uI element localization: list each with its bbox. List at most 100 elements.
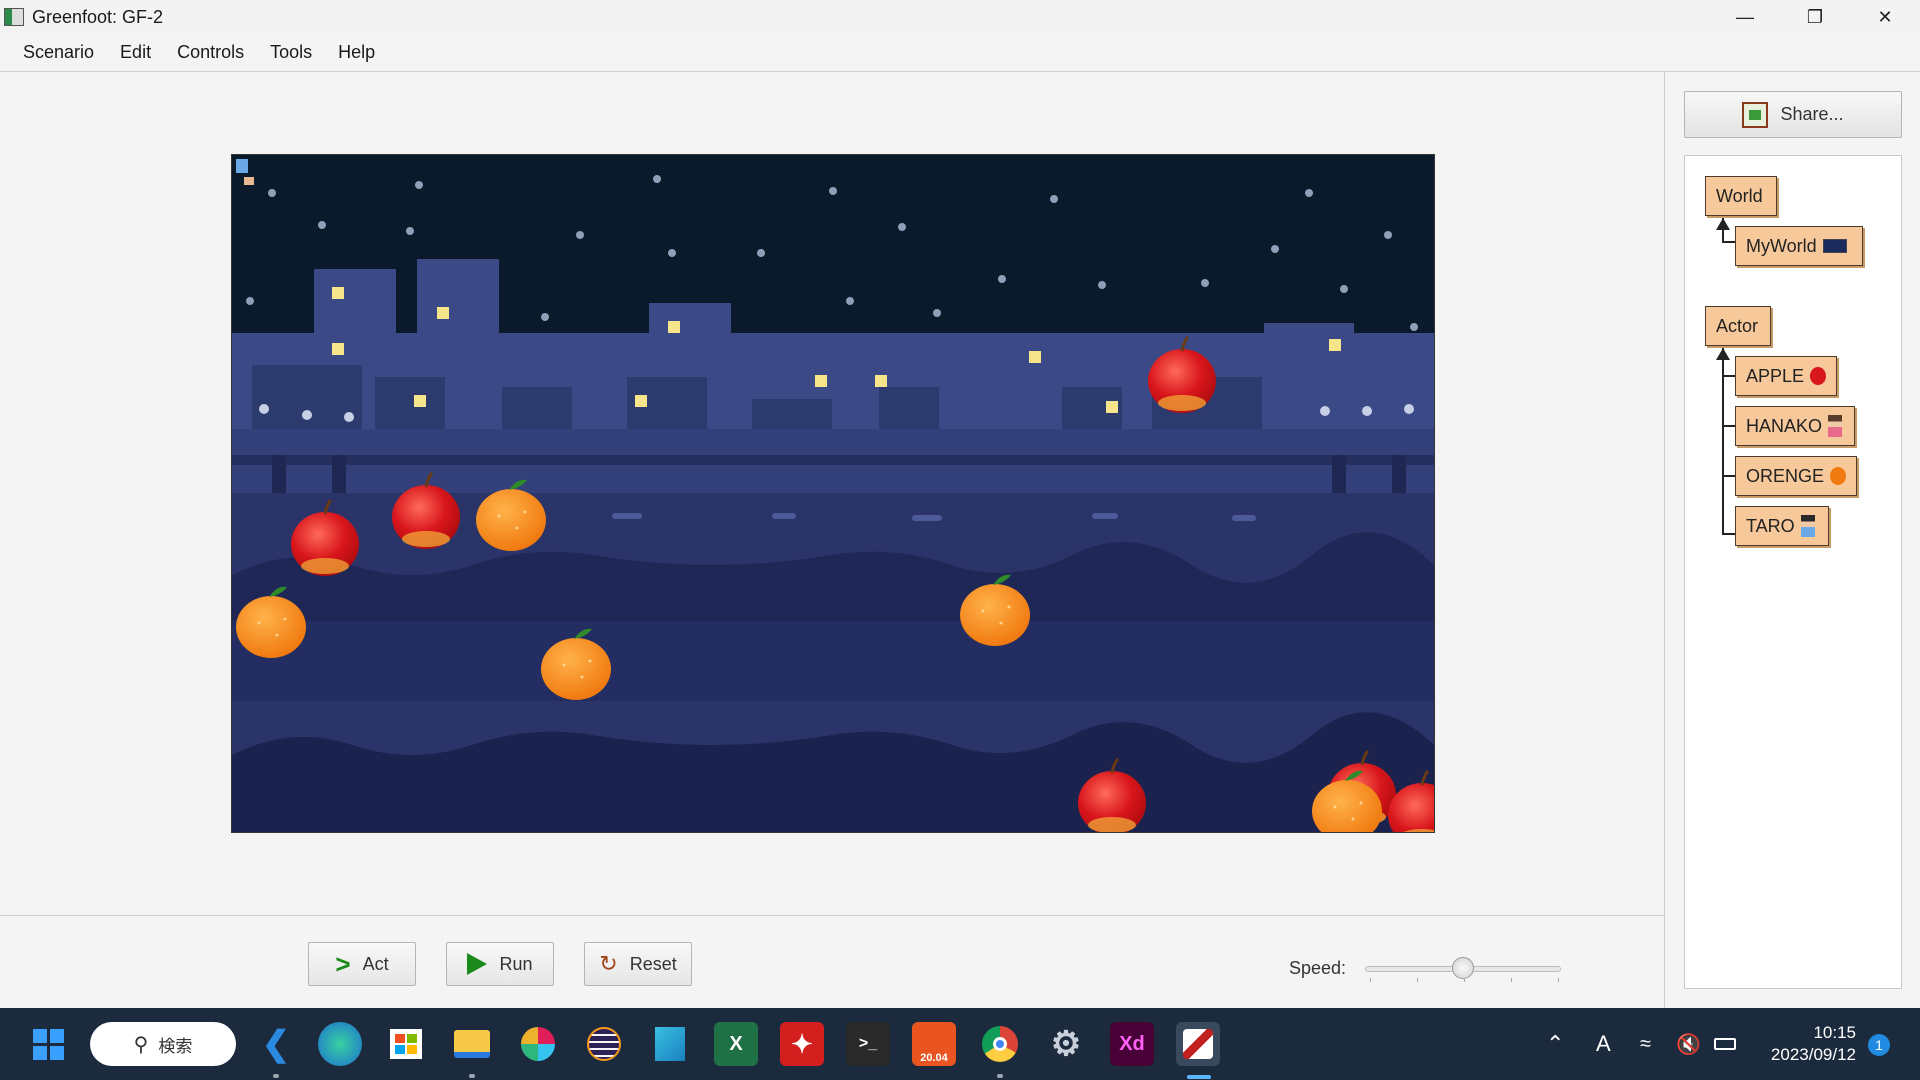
- menu-help[interactable]: Help: [325, 42, 388, 63]
- class-orenge[interactable]: ORENGE: [1735, 456, 1857, 496]
- excel-label: X: [729, 1032, 743, 1055]
- inheritance-arrow-icon: [1716, 218, 1730, 230]
- chrome-icon[interactable]: [978, 1022, 1022, 1066]
- menu-controls[interactable]: Controls: [164, 42, 257, 63]
- class-diagram: World MyWorld Actor APPLE HANAKO ORENGE …: [1684, 155, 1902, 989]
- active-app-indicator: [1187, 1075, 1211, 1079]
- edge-icon[interactable]: [318, 1022, 362, 1066]
- run-icon: [467, 953, 488, 975]
- class-world[interactable]: World: [1705, 176, 1777, 216]
- ime-icon[interactable]: A: [1596, 1008, 1611, 1080]
- battery-icon[interactable]: [1714, 1008, 1736, 1080]
- app-icon[interactable]: [648, 1022, 692, 1066]
- reset-button[interactable]: ↻ Reset: [584, 942, 692, 986]
- world-area: [0, 72, 1664, 916]
- act-icon: >: [335, 948, 351, 979]
- menu-bar: Scenario Edit Controls Tools Help: [0, 34, 1920, 72]
- class-hanako-label: HANAKO: [1746, 415, 1823, 436]
- class-world-label: World: [1716, 185, 1763, 206]
- inheritance-line: [1722, 425, 1736, 427]
- easel-icon: [1742, 101, 1769, 128]
- terminal-icon[interactable]: >_: [846, 1022, 890, 1066]
- class-orenge-label: ORENGE: [1746, 465, 1825, 486]
- run-button[interactable]: Run: [446, 942, 554, 986]
- clock-time: 10:15: [1813, 1023, 1856, 1042]
- menu-tools[interactable]: Tools: [257, 42, 325, 63]
- xd-icon[interactable]: Xd: [1110, 1022, 1154, 1066]
- inheritance-line: [1722, 375, 1736, 377]
- execution-controls: > Act Run ↻ Reset Speed:: [0, 916, 1664, 1008]
- running-indicator: [997, 1074, 1003, 1078]
- night-scene-icon: [1822, 239, 1847, 253]
- close-button[interactable]: ✕: [1850, 0, 1920, 34]
- notification-badge[interactable]: 1: [1868, 1034, 1890, 1056]
- act-button[interactable]: > Act: [308, 942, 416, 986]
- run-label: Run: [499, 953, 533, 974]
- world-scene: [232, 155, 1434, 832]
- vscode-icon[interactable]: ❮: [254, 1022, 298, 1066]
- acrobat-icon[interactable]: ✦: [780, 1022, 824, 1066]
- inheritance-line: [1722, 533, 1736, 535]
- store-icon[interactable]: [384, 1022, 428, 1066]
- title-bar: Greenfoot: GF-2 — ❐ ✕: [0, 0, 1920, 34]
- menu-scenario[interactable]: Scenario: [10, 42, 107, 63]
- panel-separator: [1664, 72, 1665, 1008]
- tray-chevron-icon[interactable]: ⌃: [1546, 1008, 1564, 1080]
- file-explorer-icon[interactable]: [450, 1022, 494, 1066]
- class-myworld[interactable]: MyWorld: [1735, 226, 1863, 266]
- class-myworld-label: MyWorld: [1746, 235, 1817, 256]
- boy-icon: [1800, 515, 1815, 537]
- clock-date: 2023/09/12: [1770, 1045, 1856, 1064]
- act-label: Act: [362, 953, 389, 974]
- class-apple[interactable]: APPLE: [1735, 356, 1837, 396]
- slack-icon[interactable]: [516, 1022, 560, 1066]
- speed-label: Speed:: [1289, 958, 1347, 978]
- apple-icon: [1810, 367, 1826, 385]
- eclipse-icon[interactable]: [582, 1022, 626, 1066]
- class-hanako[interactable]: HANAKO: [1735, 406, 1855, 446]
- excel-icon[interactable]: X: [714, 1022, 758, 1066]
- class-apple-label: APPLE: [1746, 365, 1805, 386]
- ubuntu-label: 20.04: [920, 1052, 948, 1064]
- slider-tick: [1370, 978, 1371, 982]
- running-indicator: [273, 1074, 279, 1078]
- xd-label: Xd: [1119, 1032, 1145, 1055]
- speed-slider-thumb[interactable]: [1452, 957, 1474, 979]
- clock[interactable]: 10:15 2023/09/12: [1771, 1022, 1856, 1066]
- world-canvas[interactable]: [231, 154, 1435, 833]
- slider-tick: [1464, 978, 1465, 982]
- reset-label: Reset: [629, 953, 677, 974]
- taskbar-search[interactable]: ⚲ 検索: [90, 1022, 236, 1066]
- class-actor-label: Actor: [1716, 315, 1759, 336]
- orange-icon: [1830, 467, 1846, 485]
- ubuntu-icon[interactable]: 20.04: [912, 1022, 956, 1066]
- restore-button[interactable]: ❐: [1780, 0, 1850, 34]
- greenfoot-app-icon: [4, 8, 24, 26]
- slider-tick: [1417, 978, 1418, 982]
- search-icon: ⚲: [133, 1033, 149, 1056]
- share-button[interactable]: Share...: [1684, 91, 1902, 138]
- reset-icon: ↻: [599, 951, 618, 976]
- class-taro[interactable]: TARO: [1735, 506, 1829, 546]
- window-title: Greenfoot: GF-2: [32, 6, 164, 27]
- wifi-icon[interactable]: ≈: [1640, 1008, 1651, 1080]
- slider-tick: [1511, 978, 1512, 982]
- share-label: Share...: [1780, 104, 1844, 124]
- window-controls: — ❐ ✕: [1710, 0, 1920, 34]
- menu-edit[interactable]: Edit: [107, 42, 164, 63]
- settings-icon[interactable]: ⚙: [1044, 1022, 1088, 1066]
- slider-tick: [1558, 978, 1559, 982]
- taskbar: ⚲ 検索 ❮ X ✦ >_ 20.04 ⚙ Xd ⌃ A ≈ 🔇 10:15 2…: [0, 1008, 1920, 1080]
- girl-icon: [1828, 415, 1843, 437]
- class-actor[interactable]: Actor: [1705, 306, 1771, 346]
- search-label: 検索: [158, 1036, 193, 1056]
- greenfoot-icon[interactable]: [1176, 1022, 1220, 1066]
- inheritance-arrow-icon: [1716, 348, 1730, 360]
- mute-icon[interactable]: 🔇: [1676, 1008, 1701, 1080]
- minimize-button[interactable]: —: [1710, 0, 1780, 34]
- running-indicator: [469, 1074, 475, 1078]
- inheritance-line: [1722, 241, 1736, 243]
- inheritance-line: [1722, 475, 1736, 477]
- windows-start-icon[interactable]: [26, 1022, 70, 1066]
- class-taro-label: TARO: [1746, 515, 1795, 536]
